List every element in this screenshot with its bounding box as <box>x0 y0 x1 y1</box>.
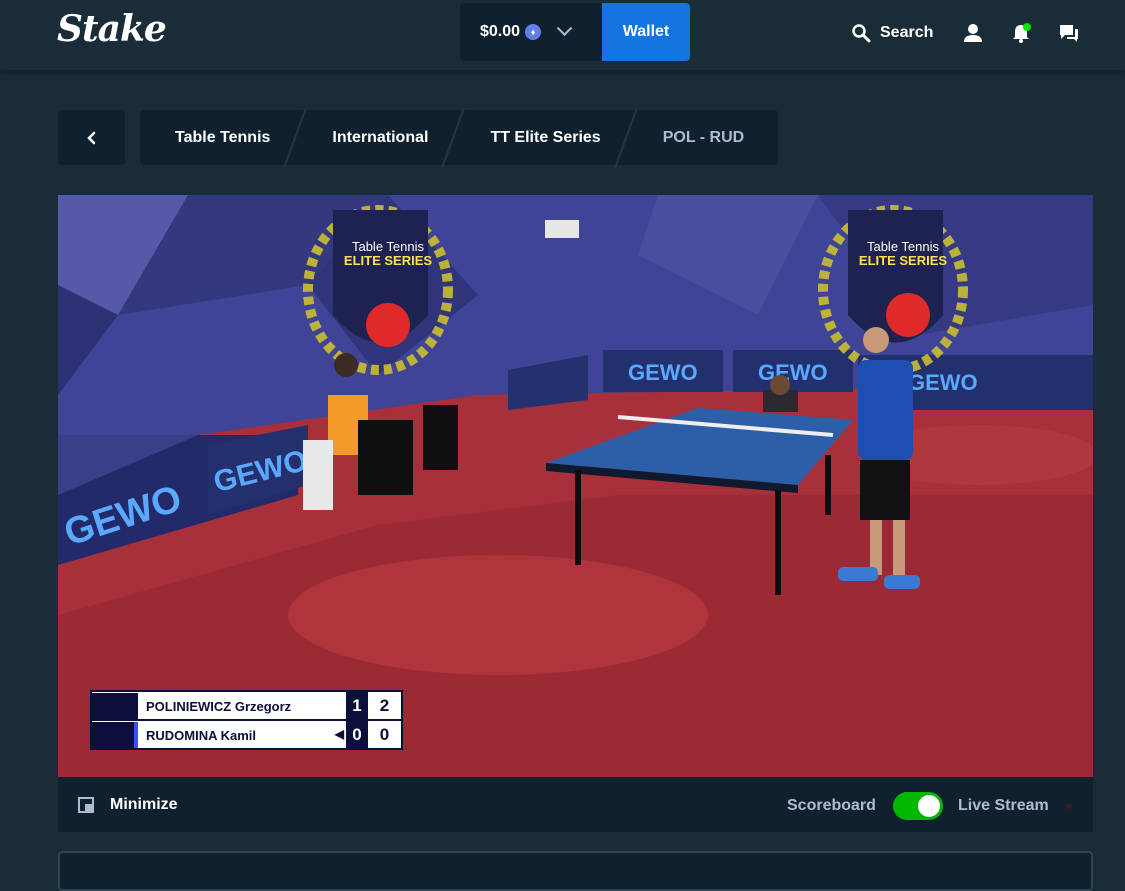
scoreboard-row: RUDOMINA Kamil ◀ 0 0 <box>92 721 401 749</box>
top-navigation-bar: Stake $0.00 ♦ Wallet Search <box>0 0 1125 70</box>
serve-indicator-icon: ◀ <box>334 726 344 741</box>
minimize-icon <box>78 796 94 813</box>
player-name-text: RUDOMINA Kamil <box>146 727 257 743</box>
live-indicator-icon <box>1066 803 1072 809</box>
notifications-button[interactable] <box>1008 20 1034 46</box>
scoreboard-livestream-toggle[interactable] <box>893 792 943 820</box>
chevron-down-icon <box>556 19 573 36</box>
player-name: POLINIEWICZ Grzegorz <box>146 698 292 714</box>
scoreboard-overlay: POLINIEWICZ Grzegorz 1 2 RUDOMINA Kamil … <box>90 690 403 750</box>
chat-button[interactable] <box>1056 20 1082 46</box>
breadcrumb-table-tennis[interactable]: Table Tennis <box>140 110 294 165</box>
minimize-button[interactable]: Minimize <box>78 796 178 814</box>
breadcrumb-trail: Table Tennis International TT Elite Seri… <box>140 107 779 168</box>
player-name: RUDOMINA Kamil ◀ <box>138 726 346 743</box>
player-flag <box>92 722 138 748</box>
search-button[interactable]: Search <box>851 21 933 45</box>
back-button[interactable] <box>58 110 125 165</box>
search-label: Search <box>880 24 934 41</box>
scoreboard-label: Scoreboard <box>787 797 876 814</box>
player-points: 0 <box>379 725 390 744</box>
balance-selector[interactable]: $0.00 ♦ <box>460 3 602 61</box>
live-video-player[interactable]: Table Tennis ELITE SERIES Table Tennis E… <box>58 195 1093 777</box>
user-profile-button[interactable] <box>960 20 986 46</box>
minimize-label: Minimize <box>110 795 178 813</box>
breadcrumb-tt-elite-series[interactable]: TT Elite Series <box>454 110 624 165</box>
toggle-knob <box>918 795 940 817</box>
bell-icon <box>1013 23 1031 43</box>
search-icon <box>852 24 871 43</box>
breadcrumb-current-match: POL - RUD <box>662 128 745 146</box>
stake-logo[interactable]: Stake <box>57 8 167 50</box>
video-control-bar: Minimize Scoreboard Live Stream <box>58 777 1093 832</box>
ethereum-icon: ♦ <box>525 24 542 40</box>
player-sets: 0 <box>346 721 368 749</box>
player-sets: 1 <box>346 692 368 720</box>
scoreboard-row: POLINIEWICZ Grzegorz 1 2 <box>92 692 401 720</box>
live-stream-label: Live Stream <box>958 797 1049 814</box>
breadcrumb: Table Tennis International TT Elite Seri… <box>58 107 779 168</box>
wallet-button[interactable]: Wallet <box>602 3 690 61</box>
user-icon <box>964 24 982 42</box>
balance-amount: $0.00 <box>480 23 521 40</box>
breadcrumb-international[interactable]: International <box>296 110 452 165</box>
bottom-search-field[interactable] <box>58 851 1093 891</box>
player-points: 2 <box>379 696 390 715</box>
chevron-left-icon <box>86 131 95 144</box>
chat-icon <box>1060 25 1078 42</box>
player-flag <box>92 693 138 719</box>
